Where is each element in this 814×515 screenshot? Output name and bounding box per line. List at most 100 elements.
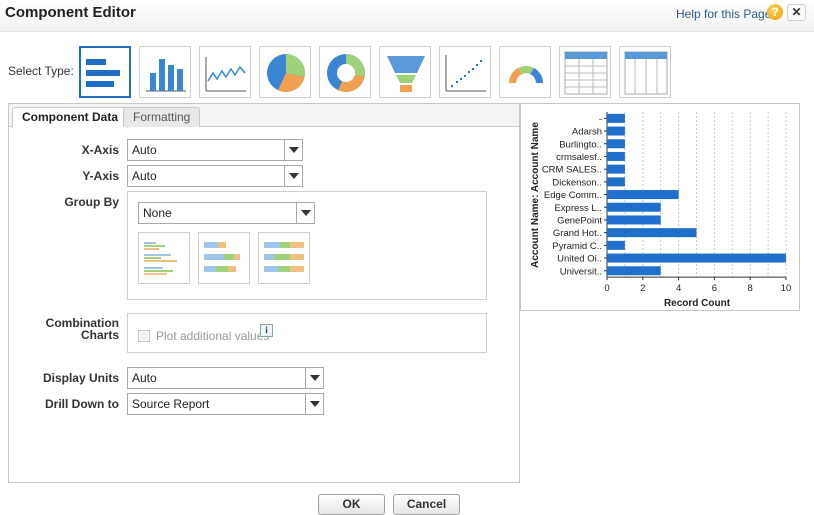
line-chart-icon bbox=[205, 57, 246, 92]
dialog-header: Component Editor Help for this Page ? ✕ bbox=[0, 0, 814, 32]
grouping-stacked-100-option[interactable] bbox=[258, 232, 310, 284]
category-label: Edge Comm.. bbox=[544, 190, 602, 201]
bar bbox=[607, 113, 625, 123]
bar bbox=[607, 202, 661, 212]
cancel-button[interactable]: Cancel bbox=[393, 494, 460, 515]
chevron-down-icon bbox=[284, 166, 302, 186]
gauge-chart-icon bbox=[509, 66, 543, 83]
tab-strip: Component Data Formatting bbox=[9, 104, 519, 128]
grouping-side-by-side-option[interactable] bbox=[138, 232, 190, 284]
bar bbox=[607, 151, 625, 161]
plot-additional-values-label: Plot additional values bbox=[156, 329, 270, 343]
display-units-select[interactable]: Auto bbox=[127, 367, 324, 389]
horizontal-bar-chart-button[interactable] bbox=[79, 46, 131, 98]
category-label: Burlingto.. bbox=[559, 139, 602, 150]
drill-down-label: Drill Down to bbox=[45, 397, 119, 411]
table-columns-button[interactable] bbox=[619, 46, 671, 98]
x-tick-label: 6 bbox=[712, 283, 717, 294]
combination-charts-box: Plot additional values i bbox=[127, 313, 487, 353]
table-grid-button[interactable] bbox=[559, 46, 611, 98]
drill-down-select[interactable]: Source Report bbox=[127, 393, 324, 415]
chart-preview: Account Name: Account Name Record Count … bbox=[520, 103, 800, 311]
bar bbox=[607, 139, 625, 149]
bar bbox=[607, 253, 786, 263]
x-axis-value: Auto bbox=[132, 143, 157, 157]
y-axis-value: Auto bbox=[132, 169, 157, 183]
bar bbox=[607, 164, 625, 174]
funnel-chart-button[interactable] bbox=[379, 46, 431, 98]
x-tick-label: 8 bbox=[748, 283, 753, 294]
drill-down-value: Source Report bbox=[132, 397, 210, 411]
category-label: Grand Hot.. bbox=[553, 228, 602, 239]
category-label: Universit.. bbox=[560, 266, 602, 277]
x-tick-label: 4 bbox=[676, 283, 681, 294]
settings-panel: Component Data Formatting X-Axis Auto Y-… bbox=[8, 103, 520, 483]
chevron-down-icon bbox=[305, 394, 323, 414]
tab-component-data[interactable]: Component Data bbox=[12, 107, 128, 128]
y-axis-title: Account Name: Account Name bbox=[530, 122, 541, 268]
category-label: GenePoint bbox=[557, 215, 602, 226]
scatter-chart-icon bbox=[445, 55, 486, 92]
category-label: crmsalesf.. bbox=[556, 152, 602, 163]
info-icon[interactable]: i bbox=[260, 324, 273, 337]
category-label: - bbox=[599, 114, 602, 125]
chevron-down-icon bbox=[305, 368, 323, 388]
bar bbox=[607, 177, 625, 187]
group-by-value: None bbox=[143, 206, 172, 220]
ok-button[interactable]: OK bbox=[318, 494, 385, 515]
scatter-chart-button[interactable] bbox=[439, 46, 491, 98]
gauge-chart-button[interactable] bbox=[499, 46, 551, 98]
category-label: CRM SALES.. bbox=[542, 165, 602, 176]
group-by-select[interactable]: None bbox=[138, 202, 315, 224]
group-by-box: None bbox=[127, 191, 487, 300]
x-tick-label: 10 bbox=[781, 283, 792, 294]
category-label: Pyramid C.. bbox=[552, 241, 602, 252]
donut-chart-button[interactable] bbox=[319, 46, 371, 98]
group-by-label: Group By bbox=[64, 195, 119, 209]
category-label: United Oi.. bbox=[557, 254, 602, 265]
x-tick-label: 2 bbox=[640, 283, 645, 294]
line-chart-button[interactable] bbox=[199, 46, 251, 98]
help-icon[interactable]: ? bbox=[767, 4, 783, 20]
chevron-down-icon bbox=[296, 203, 314, 223]
table-columns-icon bbox=[624, 51, 668, 95]
x-axis-title: Record Count bbox=[664, 298, 731, 309]
table-grid-icon bbox=[564, 51, 608, 95]
vertical-column-chart-button[interactable] bbox=[139, 46, 191, 98]
vertical-column-chart-icon bbox=[146, 59, 186, 92]
plot-additional-values-checkbox[interactable] bbox=[138, 330, 150, 342]
dialog-title: Component Editor bbox=[5, 4, 136, 21]
help-link[interactable]: Help for this Page bbox=[676, 7, 771, 21]
funnel-chart-icon bbox=[387, 56, 425, 92]
pie-chart-button[interactable] bbox=[259, 46, 311, 98]
close-button[interactable]: ✕ bbox=[787, 4, 806, 21]
pie-chart-icon bbox=[267, 54, 305, 92]
horizontal-bar-chart-icon bbox=[86, 59, 120, 87]
category-label: Adarsh bbox=[572, 127, 602, 138]
bar bbox=[607, 240, 625, 250]
donut-chart-icon bbox=[327, 54, 365, 92]
x-axis-label: X-Axis bbox=[81, 143, 119, 157]
x-axis-select[interactable]: Auto bbox=[127, 139, 303, 161]
y-axis-select[interactable]: Auto bbox=[127, 165, 303, 187]
select-type-label: Select Type: bbox=[8, 64, 74, 78]
bar-chart: Account Name: Account Name Record Count … bbox=[530, 112, 792, 309]
tab-formatting[interactable]: Formatting bbox=[123, 107, 201, 127]
category-label: Express L.. bbox=[554, 203, 602, 214]
y-axis-label: Y-Axis bbox=[82, 169, 119, 183]
grouping-stacked-option[interactable] bbox=[198, 232, 250, 284]
grouped-bars-icon bbox=[144, 242, 177, 275]
display-units-label: Display Units bbox=[42, 371, 119, 385]
chevron-down-icon bbox=[284, 140, 302, 160]
bar bbox=[607, 215, 661, 225]
display-units-value: Auto bbox=[132, 371, 157, 385]
bar bbox=[607, 228, 697, 238]
bar bbox=[607, 190, 679, 200]
bar bbox=[607, 266, 661, 276]
combination-label-line2: Charts bbox=[80, 328, 119, 342]
bar bbox=[607, 126, 625, 136]
x-tick-label: 0 bbox=[604, 283, 609, 294]
stacked-bars-icon bbox=[204, 242, 240, 272]
combination-charts-label: Combination Charts bbox=[9, 317, 119, 341]
stacked-100-bars-icon bbox=[264, 242, 304, 272]
